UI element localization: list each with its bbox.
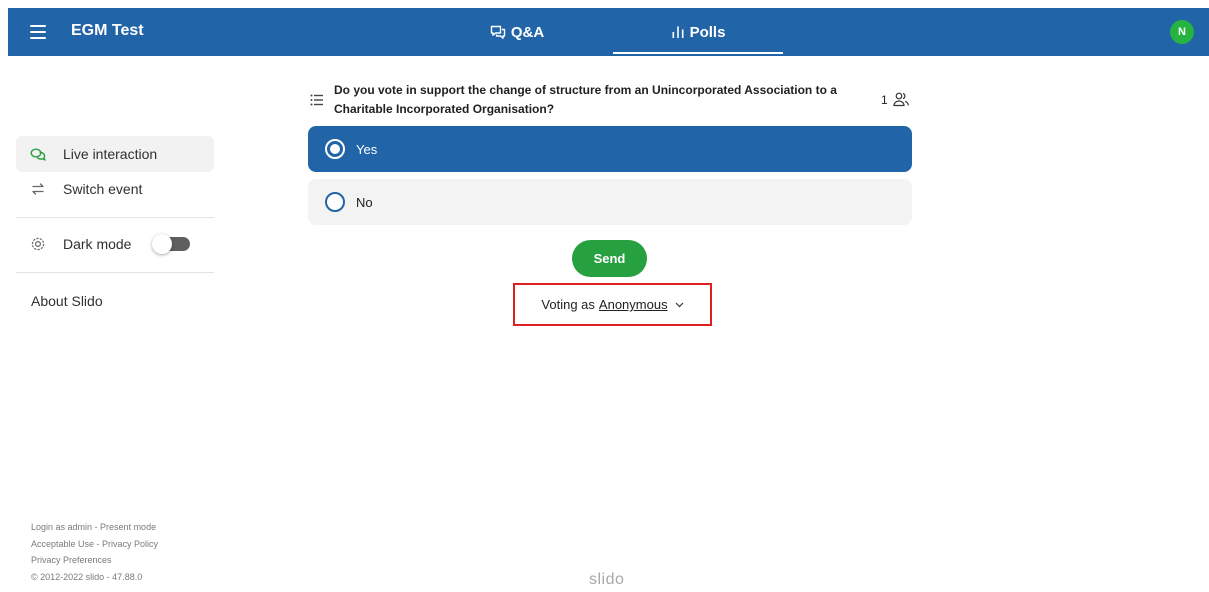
slido-logo: slido (589, 571, 625, 588)
top-bar: EGM Test Q&A Polls N (8, 8, 1209, 56)
privacy-preferences-link[interactable]: Privacy Preferences (31, 555, 112, 565)
poll-option-label: Yes (356, 141, 378, 157)
tab-qa[interactable]: Q&A (413, 8, 621, 56)
gear-icon (30, 236, 46, 252)
privacy-policy-link[interactable]: Privacy Policy (102, 539, 158, 549)
dark-mode-label: Dark mode (63, 236, 132, 252)
toggle-knob (152, 234, 172, 254)
people-icon (893, 92, 909, 107)
poll-option-label: No (356, 194, 373, 210)
tab-qa-label: Q&A (510, 23, 545, 41)
poll-option-yes[interactable]: Yes (308, 126, 912, 172)
sidebar-item-label: Switch event (63, 181, 143, 197)
copyright-text: © 2012-2022 slido - 47.88.0 (31, 571, 143, 582)
dark-mode-toggle[interactable] (152, 234, 190, 254)
voting-as-prefix: Voting as (541, 297, 595, 312)
present-mode-link[interactable]: Present mode (100, 522, 156, 532)
swap-arrows-icon (30, 181, 46, 197)
separator: - (92, 522, 101, 532)
bar-chart-icon (671, 25, 685, 39)
participant-count: 1 (881, 92, 909, 107)
chat-bubbles-icon (490, 25, 506, 40)
acceptable-use-link[interactable]: Acceptable Use (31, 539, 94, 549)
avatar[interactable]: N (1170, 20, 1194, 44)
poll-question: Do you vote in support the change of str… (334, 83, 837, 116)
sidebar-item-live-interaction[interactable]: Live interaction (16, 136, 214, 172)
voting-as-name-dropdown[interactable]: Anonymous (599, 297, 668, 312)
event-title: EGM Test (71, 22, 144, 39)
sidebar-divider (16, 272, 214, 273)
list-icon (310, 93, 324, 107)
chat-bubbles-icon (30, 146, 46, 162)
separator: - (94, 538, 103, 549)
page: EGM Test Q&A Polls N Live interaction Sw… (0, 0, 1209, 592)
poll-option-no[interactable]: No (308, 179, 912, 225)
voting-as-highlight: Voting as Anonymous (513, 283, 712, 326)
chevron-down-icon[interactable] (675, 302, 684, 308)
send-button[interactable]: Send (572, 240, 647, 277)
sidebar-item-dark-mode: Dark mode (16, 226, 146, 262)
sidebar-divider (16, 217, 214, 218)
participant-count-value: 1 (881, 92, 888, 107)
radio-unselected (325, 192, 345, 212)
login-as-admin-link[interactable]: Login as admin (31, 522, 92, 532)
active-tab-indicator (613, 52, 783, 54)
tab-polls[interactable]: Polls (613, 8, 783, 56)
radio-selected (325, 139, 345, 159)
hamburger-menu-icon[interactable] (30, 25, 46, 39)
about-slido-link[interactable]: About Slido (31, 293, 103, 309)
sidebar-item-label: Live interaction (63, 146, 158, 162)
sidebar-item-switch-event[interactable]: Switch event (16, 171, 214, 207)
tab-polls-label: Polls (689, 23, 726, 41)
footer-links: Login as admin - Present mode Acceptable… (31, 519, 158, 585)
